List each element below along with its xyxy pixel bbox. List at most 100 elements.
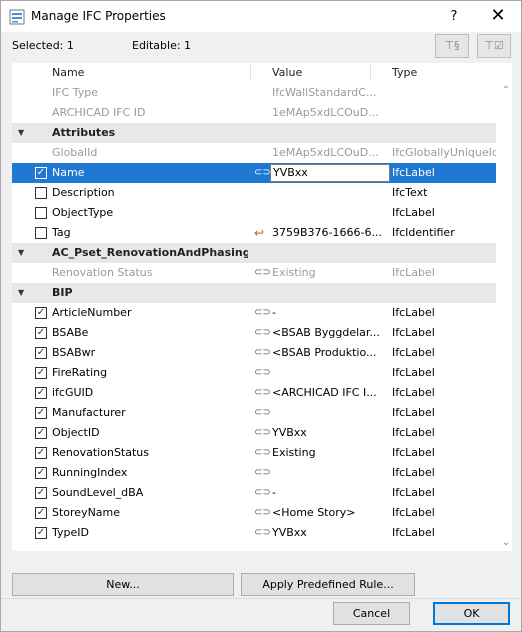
property-value[interactable]: - xyxy=(272,483,390,503)
column-header-name[interactable]: Name xyxy=(52,63,248,83)
property-row[interactable]: ✓ ⊂⊃ SoundLevel_dBA - IfcLabel xyxy=(12,483,496,503)
chain-link-icon: ⊂⊃ xyxy=(254,507,271,518)
property-checkbox[interactable]: ✓ xyxy=(35,527,47,539)
property-value[interactable]: YVBxx xyxy=(272,523,390,543)
property-checkbox[interactable]: ✓ xyxy=(35,427,47,439)
column-divider[interactable] xyxy=(250,65,251,81)
cancel-button[interactable]: Cancel xyxy=(333,602,410,625)
filter-checked-button[interactable]: ⊤☑ xyxy=(477,34,511,58)
property-value[interactable]: YVBxx xyxy=(272,423,390,443)
property-type[interactable]: IfcGloballyUniqueId xyxy=(392,143,496,163)
property-type[interactable]: IfcLabel xyxy=(392,463,496,483)
close-button[interactable]: ✕ xyxy=(483,5,513,29)
group-row[interactable]: ▼ BIP xyxy=(12,283,496,303)
property-row[interactable]: ✓ ⊂⊃ ifcGUID <ARCHICAD IFC I... IfcLabel xyxy=(12,383,496,403)
help-button[interactable]: ? xyxy=(439,5,469,29)
property-value[interactable]: - xyxy=(272,303,390,323)
property-row[interactable]: ✓ ⊂⊃ Manufacturer IfcLabel xyxy=(12,403,496,423)
property-type[interactable]: IfcLabel xyxy=(392,503,496,523)
property-type[interactable]: IfcLabel xyxy=(392,523,496,543)
property-row[interactable]: ⊂⊃ Renovation Status Existing IfcLabel xyxy=(12,263,496,283)
property-value[interactable] xyxy=(272,203,390,223)
property-value[interactable]: 3759B376-1666-6... xyxy=(272,223,390,243)
property-type[interactable]: IfcIdentifier xyxy=(392,223,496,243)
property-value[interactable] xyxy=(272,183,390,203)
property-checkbox[interactable]: ✓ xyxy=(35,167,47,179)
property-type[interactable]: IfcLabel xyxy=(392,343,496,363)
property-type[interactable]: IfcLabel xyxy=(392,483,496,503)
info-row: ARCHICAD IFC ID 1eMAp5xdLCOuD... xyxy=(12,103,496,123)
property-type[interactable]: IfcLabel xyxy=(392,323,496,343)
property-checkbox[interactable] xyxy=(35,227,47,239)
property-checkbox[interactable]: ✓ xyxy=(35,327,47,339)
group-row[interactable]: ▼ AC_Pset_RenovationAndPhasing xyxy=(12,243,496,263)
column-divider[interactable] xyxy=(370,65,371,81)
property-row[interactable]: ✓ ⊂⊃ ArticleNumber - IfcLabel xyxy=(12,303,496,323)
link-arrow-icon: ↩ xyxy=(254,226,265,240)
collapse-icon[interactable]: ▼ xyxy=(18,123,28,143)
property-name: RenovationStatus xyxy=(52,446,149,459)
property-checkbox[interactable] xyxy=(35,207,47,219)
property-value[interactable] xyxy=(272,463,390,483)
property-row[interactable]: ✓ ⊂⊃ FireRating IfcLabel xyxy=(12,363,496,383)
property-type[interactable]: IfcLabel xyxy=(392,263,496,283)
property-name: ObjectType xyxy=(52,206,114,219)
property-row[interactable]: ✓ ⊂⊃ BSABe <BSAB Byggdelar... IfcLabel xyxy=(12,323,496,343)
property-checkbox[interactable]: ✓ xyxy=(35,487,47,499)
scroll-up-icon[interactable]: ⌃ xyxy=(500,85,512,96)
property-value[interactable] xyxy=(272,363,390,383)
footer-divider xyxy=(1,598,521,599)
property-checkbox[interactable]: ✓ xyxy=(35,407,47,419)
property-type[interactable]: IfcLabel xyxy=(392,403,496,423)
property-value[interactable]: <Home Story> xyxy=(272,503,390,523)
property-row[interactable]: ✓ ⊂⊃ StoreyName <Home Story> IfcLabel xyxy=(12,503,496,523)
property-row[interactable]: ✓ ⊂⊃ RenovationStatus Existing IfcLabel xyxy=(12,443,496,463)
property-row[interactable]: GlobalId 1eMAp5xdLCOuD... IfcGloballyUniqu… xyxy=(12,143,496,163)
property-type[interactable]: IfcLabel xyxy=(392,383,496,403)
property-value[interactable]: Existing xyxy=(272,263,390,283)
property-checkbox[interactable]: ✓ xyxy=(35,367,47,379)
property-checkbox[interactable]: ✓ xyxy=(35,347,47,359)
property-type[interactable]: IfcLabel xyxy=(392,443,496,463)
property-row[interactable]: ✓ ⊂⊃ Name YVBxx IfcLabel xyxy=(12,163,496,183)
property-type[interactable]: IfcLabel xyxy=(392,363,496,383)
property-value[interactable]: <BSAB Produktio... xyxy=(272,343,390,363)
column-header-value[interactable]: Value xyxy=(272,63,390,83)
property-name: Description xyxy=(52,186,115,199)
property-type[interactable]: IfcText xyxy=(392,183,496,203)
property-checkbox[interactable]: ✓ xyxy=(35,307,47,319)
column-header-type[interactable]: Type xyxy=(392,63,496,83)
property-type[interactable]: IfcLabel xyxy=(392,303,496,323)
property-type[interactable]: IfcLabel xyxy=(392,203,496,223)
property-checkbox[interactable] xyxy=(35,187,47,199)
property-type[interactable]: IfcLabel xyxy=(392,423,496,443)
property-row[interactable]: ↩ Tag 3759B376-1666-6... IfcIdentifier xyxy=(12,223,496,243)
property-row[interactable]: ✓ ⊂⊃ ObjectID YVBxx IfcLabel xyxy=(12,423,496,443)
filter-rule-button[interactable]: ⊤§ xyxy=(435,34,469,58)
property-checkbox[interactable]: ✓ xyxy=(35,387,47,399)
value-edit-field[interactable]: YVBxx xyxy=(270,164,390,182)
group-row[interactable]: ▼ Attributes xyxy=(12,123,496,143)
property-tree[interactable]: Name Value Type IFC Type IfcWallStandardC… xyxy=(12,63,512,551)
property-row[interactable]: Description IfcText xyxy=(12,183,496,203)
property-row[interactable]: ✓ ⊂⊃ BSABwr <BSAB Produktio... IfcLabel xyxy=(12,343,496,363)
property-checkbox[interactable]: ✓ xyxy=(35,467,47,479)
property-value[interactable]: Existing xyxy=(272,443,390,463)
collapse-icon[interactable]: ▼ xyxy=(18,243,28,263)
apply-predefined-rule-button[interactable]: Apply Predefined Rule... xyxy=(241,573,415,596)
property-row[interactable]: ✓ ⊂⊃ TypeID YVBxx IfcLabel xyxy=(12,523,496,543)
property-checkbox[interactable]: ✓ xyxy=(35,447,47,459)
ok-button[interactable]: OK xyxy=(433,602,510,625)
property-value[interactable] xyxy=(272,403,390,423)
property-checkbox[interactable]: ✓ xyxy=(35,507,47,519)
property-row[interactable]: ✓ ⊂⊃ RunningIndex IfcLabel xyxy=(12,463,496,483)
property-value[interactable]: <ARCHICAD IFC I... xyxy=(272,383,390,403)
property-value[interactable]: 1eMAp5xdLCOuD... xyxy=(272,143,390,163)
chain-link-icon: ⊂⊃ xyxy=(254,167,271,178)
property-row[interactable]: ObjectType IfcLabel xyxy=(12,203,496,223)
collapse-icon[interactable]: ▼ xyxy=(18,283,28,303)
scroll-down-icon[interactable]: ⌄ xyxy=(500,537,512,548)
new-button[interactable]: New... xyxy=(12,573,234,596)
property-type[interactable]: IfcLabel xyxy=(392,163,496,183)
property-value[interactable]: <BSAB Byggdelar... xyxy=(272,323,390,343)
